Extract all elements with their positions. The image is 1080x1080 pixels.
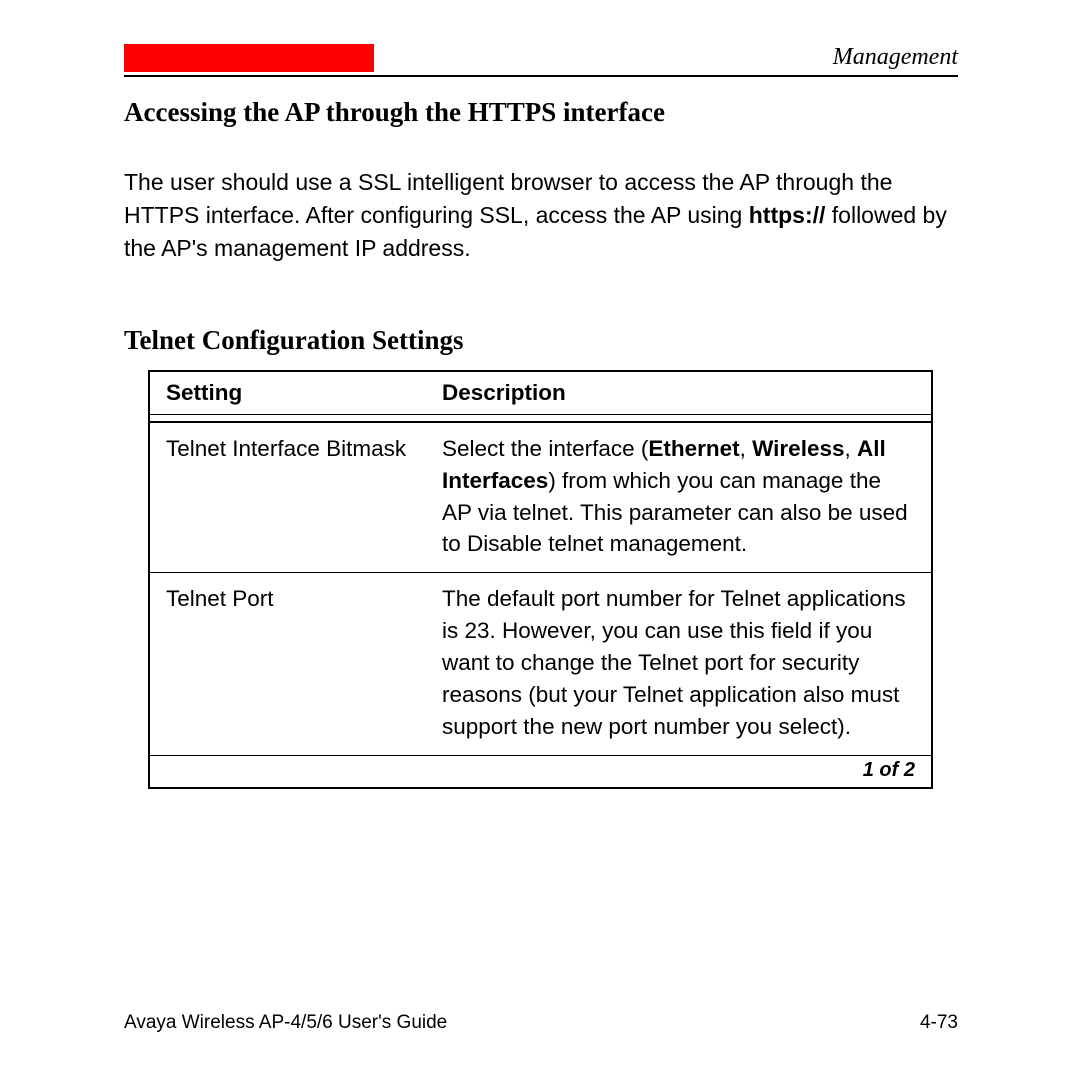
table-row: Telnet Port The default port number for … — [149, 573, 932, 756]
header-red-block — [124, 44, 374, 72]
telnet-settings-table: Setting Description Telnet Interface Bit… — [148, 370, 933, 789]
para-bold-https: https:// — [749, 202, 826, 228]
heading-telnet-config: Telnet Configuration Settings — [124, 325, 958, 356]
document-page: Management Accessing the AP through the … — [0, 0, 1080, 1080]
footer-page-number: 4-73 — [920, 1012, 958, 1034]
table-pager: 1 of 2 — [149, 756, 932, 789]
cell-description: Select the interface (Ethernet, Wireless… — [426, 422, 932, 573]
page-footer: Avaya Wireless AP-4/5/6 User's Guide 4-7… — [124, 1012, 958, 1034]
table-row: Telnet Interface Bitmask Select the inte… — [149, 422, 932, 573]
https-access-paragraph: The user should use a SSL intelligent br… — [124, 166, 958, 265]
table-header-description: Description — [426, 371, 932, 415]
page-header: Management — [124, 44, 958, 77]
table-spacer — [149, 414, 932, 422]
heading-https-access: Accessing the AP through the HTTPS inter… — [124, 97, 958, 128]
table-pager-row: 1 of 2 — [149, 756, 932, 789]
cell-setting: Telnet Port — [149, 573, 426, 756]
cell-description: The default port number for Telnet appli… — [426, 573, 932, 756]
cell-setting: Telnet Interface Bitmask — [149, 422, 426, 573]
header-section-label: Management — [374, 44, 958, 71]
table-header-row: Setting Description — [149, 371, 932, 415]
footer-guide-title: Avaya Wireless AP-4/5/6 User's Guide — [124, 1012, 447, 1034]
table-header-setting: Setting — [149, 371, 426, 415]
